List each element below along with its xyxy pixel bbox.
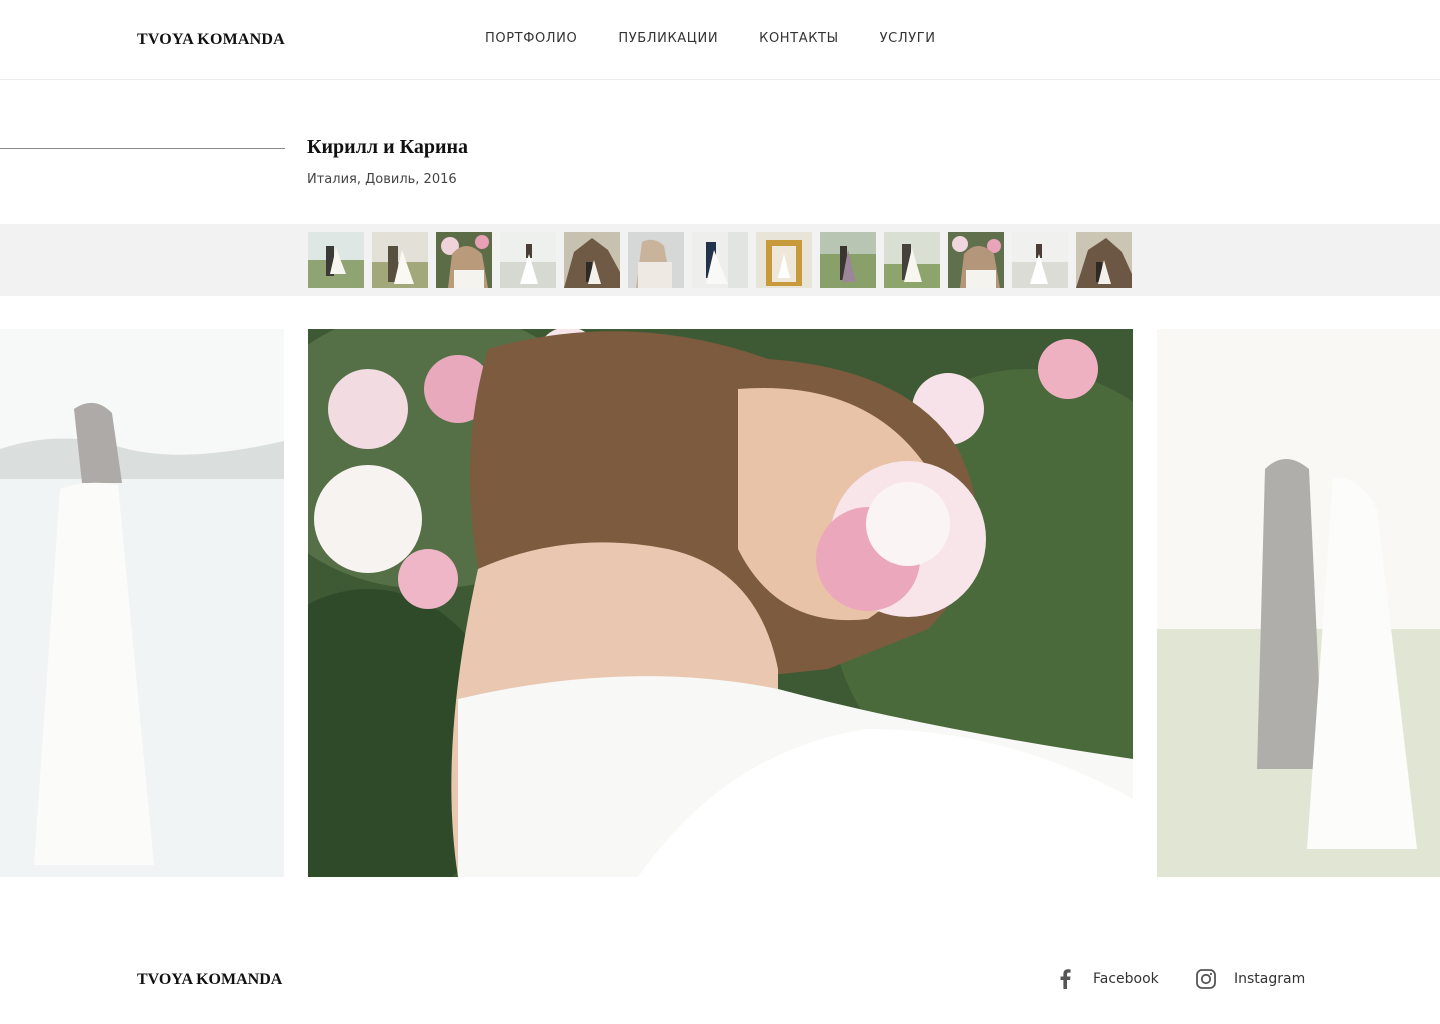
main-nav: ПОРТФОЛИО ПУБЛИКАЦИИ КОНТАКТЫ УСЛУГИ — [485, 31, 977, 46]
thumbnail[interactable] — [372, 232, 428, 288]
instagram-label: Instagram — [1234, 971, 1306, 987]
thumbnail-strip — [0, 224, 1440, 296]
thumbnail[interactable] — [1012, 232, 1068, 288]
thumbnail[interactable] — [628, 232, 684, 288]
slider-next-photo[interactable] — [1157, 329, 1440, 877]
slider-main-photo[interactable] — [308, 329, 1133, 877]
title-divider — [0, 148, 285, 149]
facebook-link[interactable]: Facebook — [1055, 968, 1159, 990]
footer-logo[interactable]: TVOYA KOMANDA — [137, 971, 282, 989]
site-header: TVOYA KOMANDA ПОРТФОЛИО ПУБЛИКАЦИИ КОНТА… — [0, 0, 1440, 80]
thumbnail[interactable] — [948, 232, 1004, 288]
gallery-subtitle: Италия, Довиль, 2016 — [307, 172, 457, 187]
facebook-label: Facebook — [1093, 971, 1159, 987]
nav-item-portfolio[interactable]: ПОРТФОЛИО — [485, 31, 577, 46]
gallery-title: Кирилл и Карина — [307, 136, 469, 158]
thumbnail[interactable] — [692, 232, 748, 288]
slider-previous-photo[interactable] — [0, 329, 284, 877]
instagram-link[interactable]: Instagram — [1196, 968, 1305, 990]
thumbnail[interactable] — [756, 232, 812, 288]
thumbnail[interactable] — [308, 232, 364, 288]
thumbnail[interactable] — [884, 232, 940, 288]
site-logo[interactable]: TVOYA KOMANDA — [137, 31, 285, 49]
thumbnail[interactable] — [820, 232, 876, 288]
nav-item-contacts[interactable]: КОНТАКТЫ — [759, 31, 839, 46]
thumbnail[interactable] — [1076, 232, 1132, 288]
thumbnail[interactable] — [436, 232, 492, 288]
thumbnail[interactable] — [564, 232, 620, 288]
instagram-icon — [1196, 968, 1216, 990]
nav-item-publications[interactable]: ПУБЛИКАЦИИ — [618, 31, 718, 46]
thumbnail[interactable] — [500, 232, 556, 288]
facebook-icon — [1055, 968, 1075, 990]
nav-item-services[interactable]: УСЛУГИ — [880, 31, 936, 46]
